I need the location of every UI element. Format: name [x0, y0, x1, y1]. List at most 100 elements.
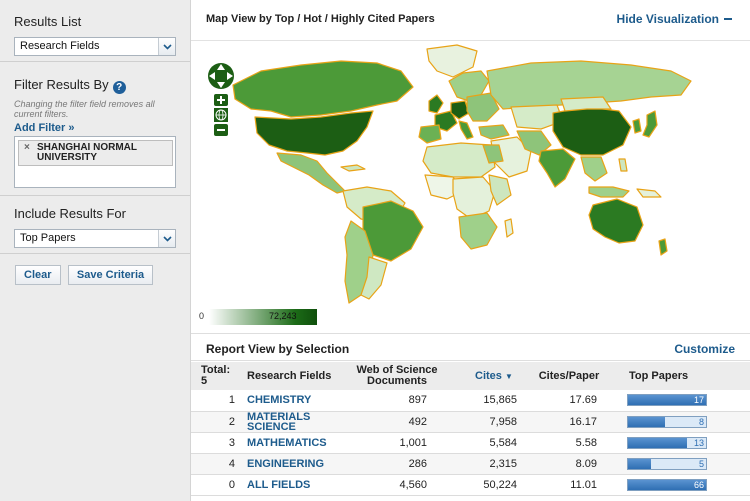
map-region-india — [538, 148, 576, 188]
research-field-link[interactable]: CHEMISTRY — [243, 390, 347, 412]
clear-button[interactable]: Clear — [15, 265, 61, 285]
hide-visualization-button[interactable]: Hide Visualization — [617, 12, 732, 26]
map-region-canada — [232, 60, 414, 118]
research-field-link[interactable]: MATHEMATICS — [243, 432, 347, 454]
documents-cell: 897 — [347, 390, 447, 412]
rank-cell: 0 — [191, 474, 243, 496]
table-header-row: Total: 5 Research Fields Web of Science … — [191, 362, 750, 390]
top-papers-cell: 8 — [615, 411, 750, 433]
pan-control[interactable] — [208, 63, 234, 89]
results-list-section: Results List Research Fields — [0, 0, 190, 62]
documents-cell: 286 — [347, 453, 447, 475]
total-header: Total: 5 — [191, 362, 243, 390]
top-papers-cell: 13 — [615, 432, 750, 454]
customize-link[interactable]: Customize — [674, 342, 735, 356]
globe-icon[interactable] — [214, 108, 228, 122]
rank-cell: 1 — [191, 390, 243, 412]
table-row: 3 MATHEMATICS 1,001 5,584 5.58 13 — [191, 432, 750, 454]
top-papers-cell: 17 — [615, 390, 750, 412]
include-heading: Include Results For — [14, 206, 126, 221]
results-list-select[interactable]: Research Fields — [14, 37, 176, 56]
top-papers-bar[interactable]: 66 — [627, 478, 707, 491]
cites-cell: 2,315 — [447, 453, 523, 475]
cites-per-paper-cell: 5.58 — [523, 432, 615, 454]
results-list-value: Research Fields — [20, 40, 100, 52]
filter-chip-label: SHANGHAI NORMAL UNIVERSITY — [37, 142, 137, 163]
map-region-new-zealand — [658, 238, 668, 256]
top-papers-bar[interactable]: 5 — [627, 457, 707, 470]
map-region-uk — [428, 94, 444, 114]
cites-header[interactable]: Cites ▼ — [447, 362, 523, 390]
rank-cell: 2 — [191, 411, 243, 433]
map-region-usa — [254, 110, 374, 156]
rank-cell: 4 — [191, 453, 243, 475]
cites-per-paper-cell: 8.09 — [523, 453, 615, 475]
map-title: Map View by Top / Hot / Highly Cited Pap… — [206, 13, 435, 25]
top-papers-bar-fill — [628, 458, 651, 469]
map-region-china — [552, 106, 632, 156]
legend-min-label: 0 — [199, 311, 205, 321]
top-papers-bar[interactable]: 13 — [627, 436, 707, 449]
map-region-turkey — [478, 124, 510, 140]
include-value: Top Papers — [20, 232, 76, 244]
help-icon[interactable]: ? — [112, 81, 126, 94]
top-papers-cell: 66 — [615, 474, 750, 496]
map-zoom-control — [206, 58, 236, 151]
top-papers-count: 13 — [693, 437, 704, 448]
documents-header[interactable]: Web of Science Documents — [347, 362, 447, 390]
sidebar: Results List Research Fields Filter Resu… — [0, 0, 191, 501]
filter-note: Changing the filter field removes all cu… — [14, 99, 155, 119]
sidebar-actions: Clear Save Criteria — [0, 254, 190, 285]
collapse-icon — [724, 18, 732, 20]
cites-per-paper-cell: 16.17 — [523, 411, 615, 433]
active-filters-box: × SHANGHAI NORMAL UNIVERSITY — [14, 136, 176, 188]
top-papers-bar[interactable]: 8 — [627, 415, 707, 428]
legend-max-label: 72,243 — [269, 311, 297, 321]
map-region-mexico — [276, 152, 346, 194]
top-papers-count: 8 — [698, 416, 704, 427]
include-select[interactable]: Top Papers — [14, 229, 176, 248]
save-criteria-button[interactable]: Save Criteria — [67, 265, 154, 285]
remove-filter-icon[interactable]: × — [24, 143, 30, 153]
map-legend-gradient — [209, 309, 317, 325]
results-table: Total: 5 Research Fields Web of Science … — [191, 362, 750, 496]
sort-desc-icon: ▼ — [504, 371, 513, 381]
map-region-central-africa — [452, 176, 496, 220]
map-region-madagascar — [504, 218, 514, 238]
include-section: Include Results For Top Papers — [0, 196, 190, 254]
top-papers-count: 5 — [698, 458, 704, 469]
cites-per-paper-cell: 11.01 — [523, 474, 615, 496]
map-region-southeast-asia — [580, 156, 608, 182]
top-papers-bar[interactable]: 17 — [627, 394, 707, 407]
cites-cell: 15,865 — [447, 390, 523, 412]
cites-cell: 7,958 — [447, 411, 523, 433]
top-papers-header[interactable]: Top Papers — [615, 362, 750, 390]
documents-cell: 492 — [347, 411, 447, 433]
report-title: Report View by Selection — [206, 342, 350, 356]
cites-cell: 5,584 — [447, 432, 523, 454]
top-papers-bar-fill — [628, 437, 687, 448]
cites-cell: 50,224 — [447, 474, 523, 496]
world-map[interactable] — [191, 40, 750, 325]
results-list-heading: Results List — [14, 14, 82, 29]
table-row: 2 MATERIALS SCIENCE 492 7,958 16.17 8 — [191, 411, 750, 433]
add-filter-link[interactable]: Add Filter » — [14, 122, 176, 134]
research-field-link[interactable]: ALL FIELDS — [243, 474, 347, 496]
top-papers-count: 66 — [693, 479, 704, 490]
zoom-in-button[interactable] — [214, 94, 228, 106]
research-fields-header[interactable]: Research Fields — [243, 362, 347, 390]
world-map-svg — [232, 44, 692, 304]
map-region-australia — [588, 198, 644, 244]
top-papers-cell: 5 — [615, 453, 750, 475]
cites-per-paper-header[interactable]: Cites/Paper — [523, 362, 615, 390]
zoom-out-button[interactable] — [214, 124, 228, 136]
map-region-korea — [632, 118, 642, 134]
map-region-southern-africa — [458, 212, 498, 250]
main-panel: Map View by Top / Hot / Highly Cited Pap… — [191, 0, 750, 501]
filter-chip: × SHANGHAI NORMAL UNIVERSITY — [18, 140, 173, 166]
map-region-italy — [458, 120, 474, 140]
documents-cell: 4,560 — [347, 474, 447, 496]
research-field-link[interactable]: MATERIALS SCIENCE — [243, 411, 347, 433]
research-field-link[interactable]: ENGINEERING — [243, 453, 347, 475]
table-row: 1 CHEMISTRY 897 15,865 17.69 17 — [191, 390, 750, 412]
